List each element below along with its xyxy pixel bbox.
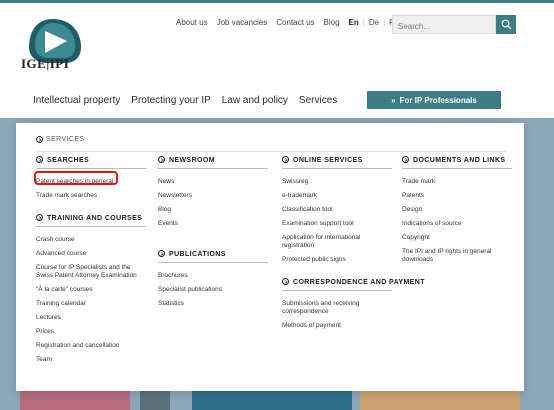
search-icon <box>501 19 511 30</box>
correspondence-list: Submissions and receiving correspondence… <box>282 300 425 330</box>
menu-link-a-la-carte[interactable]: "À la carte" courses <box>36 286 148 294</box>
arrow-right-circle-icon <box>36 214 43 221</box>
utility-link-contact[interactable]: Contact us <box>276 18 314 27</box>
ip-professionals-button[interactable]: » For IP Professionals <box>367 91 501 109</box>
menu-link-classification-tool[interactable]: Classification tool <box>282 206 394 214</box>
search-input[interactable] <box>393 18 499 35</box>
menu-link-statistics[interactable]: Statistics <box>158 300 270 308</box>
section-heading-publications[interactable]: PUBLICATIONS <box>158 250 270 259</box>
utility-link-about[interactable]: About us <box>176 18 208 27</box>
menu-link-specialist-publications[interactable]: Specialist publications <box>158 286 270 294</box>
language-separator: | <box>383 18 386 27</box>
menu-link-team[interactable]: Team <box>36 356 148 364</box>
menu-link-ip-specialists-course[interactable]: Course for IP Specialists and the Swiss … <box>36 264 148 280</box>
arrow-right-circle-icon <box>402 156 409 163</box>
arrow-right-circle-icon <box>282 156 289 163</box>
search-button[interactable] <box>496 15 516 34</box>
menu-column-2: NEWSROOM News Newsletters Blog Events PU… <box>158 156 270 314</box>
nav-protecting-ip[interactable]: Protecting your IP <box>131 95 210 106</box>
menu-link-methods-of-payment[interactable]: Methods of payment <box>282 322 394 330</box>
section-divider <box>402 168 512 169</box>
section-divider <box>282 290 392 291</box>
breadcrumb[interactable]: SERVICES <box>36 136 84 143</box>
language-de[interactable]: De <box>369 18 379 27</box>
utility-link-blog[interactable]: Blog <box>324 18 340 27</box>
arrow-right-circle-icon <box>158 250 165 257</box>
section-divider <box>282 168 392 169</box>
arrow-right-circle-icon <box>158 156 165 163</box>
logo-text: IGE|IPI <box>21 56 70 71</box>
menu-link-design[interactable]: Design <box>402 206 514 214</box>
menu-link-brochures[interactable]: Brochures <box>158 272 270 280</box>
documents-list: Trade mark Patents Design Indications of… <box>402 178 514 264</box>
nav-intellectual-property[interactable]: Intellectual property <box>33 95 120 106</box>
arrow-right-circle-icon <box>36 156 43 163</box>
utility-link-jobs[interactable]: Job vacancies <box>217 18 268 27</box>
menu-link-copyright[interactable]: Copyright <box>402 234 514 242</box>
menu-link-trade-mark[interactable]: Trade mark <box>402 178 514 186</box>
menu-link-newsletters[interactable]: Newsletters <box>158 192 270 200</box>
language-en[interactable]: En <box>349 18 359 27</box>
menu-link-indications-of-source[interactable]: Indications of source <box>402 220 514 228</box>
menu-link-trade-mark-searches[interactable]: Trade mark searches <box>36 192 148 200</box>
section-divider <box>158 168 268 169</box>
menu-link-international-registration[interactable]: Application for international registrati… <box>282 234 394 250</box>
menu-link-blog[interactable]: Blog <box>158 206 270 214</box>
nav-law-policy[interactable]: Law and policy <box>222 95 288 106</box>
menu-link-patents[interactable]: Patents <box>402 192 514 200</box>
menu-link-examination-support[interactable]: Examination support tool <box>282 220 394 228</box>
ip-professionals-label: For IP Professionals <box>399 95 477 105</box>
menu-link-registration[interactable]: Registration and cancellation <box>36 342 148 350</box>
highlight-box <box>34 171 118 185</box>
nav-services[interactable]: Services <box>290 95 346 122</box>
menu-link-crash-course[interactable]: Crash course <box>36 236 148 244</box>
arrow-right-circle-icon <box>36 136 43 143</box>
menu-column-4: DOCUMENTS AND LINKS Trade mark Patents D… <box>402 156 514 270</box>
double-chevron-right-icon: » <box>391 95 396 105</box>
menu-link-events[interactable]: Events <box>158 220 270 228</box>
menu-link-lectures[interactable]: Lectures <box>36 314 148 322</box>
menu-link-swissreg[interactable]: Swissreg <box>282 178 394 186</box>
menu-column-1: SEARCHES Patent searches in general Trad… <box>36 156 148 370</box>
section-heading-documents[interactable]: DOCUMENTS AND LINKS <box>402 156 514 165</box>
menu-link-training-calendar[interactable]: Training calendar <box>36 300 148 308</box>
section-divider <box>158 262 268 263</box>
training-list: Crash course Advanced course Course for … <box>36 236 148 364</box>
newsroom-list: News Newsletters Blog Events <box>158 178 270 228</box>
section-divider <box>36 168 146 169</box>
search-field <box>392 15 499 35</box>
menu-link-general-downloads[interactable]: The IPI and IP rights in general downloa… <box>402 248 514 264</box>
divider <box>36 151 506 152</box>
language-separator: | <box>362 18 365 27</box>
publications-list: Brochures Specialist publications Statis… <box>158 272 270 308</box>
menu-link-news[interactable]: News <box>158 178 270 186</box>
menu-link-advanced-course[interactable]: Advanced course <box>36 250 148 258</box>
main-nav: Intellectual property Protecting your IP… <box>33 95 348 122</box>
section-heading-correspondence[interactable]: CORRESPONDENCE AND PAYMENT <box>282 278 425 287</box>
section-heading-searches[interactable]: SEARCHES <box>36 156 148 165</box>
services-mega-menu: SERVICES SEARCHES Patent searches in gen… <box>16 123 524 391</box>
menu-link-e-trademark[interactable]: e-trademark <box>282 192 394 200</box>
menu-link-protected-public-signs[interactable]: Protected public signs <box>282 256 394 264</box>
site-header: IGE|IPI About us Job vacancies Contact u… <box>0 3 554 122</box>
arrow-right-circle-icon <box>282 278 289 285</box>
section-heading-training[interactable]: TRAINING AND COURSES <box>36 214 148 223</box>
breadcrumb-label: SERVICES <box>46 136 85 143</box>
menu-link-prices[interactable]: Prices <box>36 328 148 336</box>
menu-link-submissions[interactable]: Submissions and receiving correspondence <box>282 300 394 316</box>
section-heading-newsroom[interactable]: NEWSROOM <box>158 156 270 165</box>
section-divider <box>36 226 146 227</box>
